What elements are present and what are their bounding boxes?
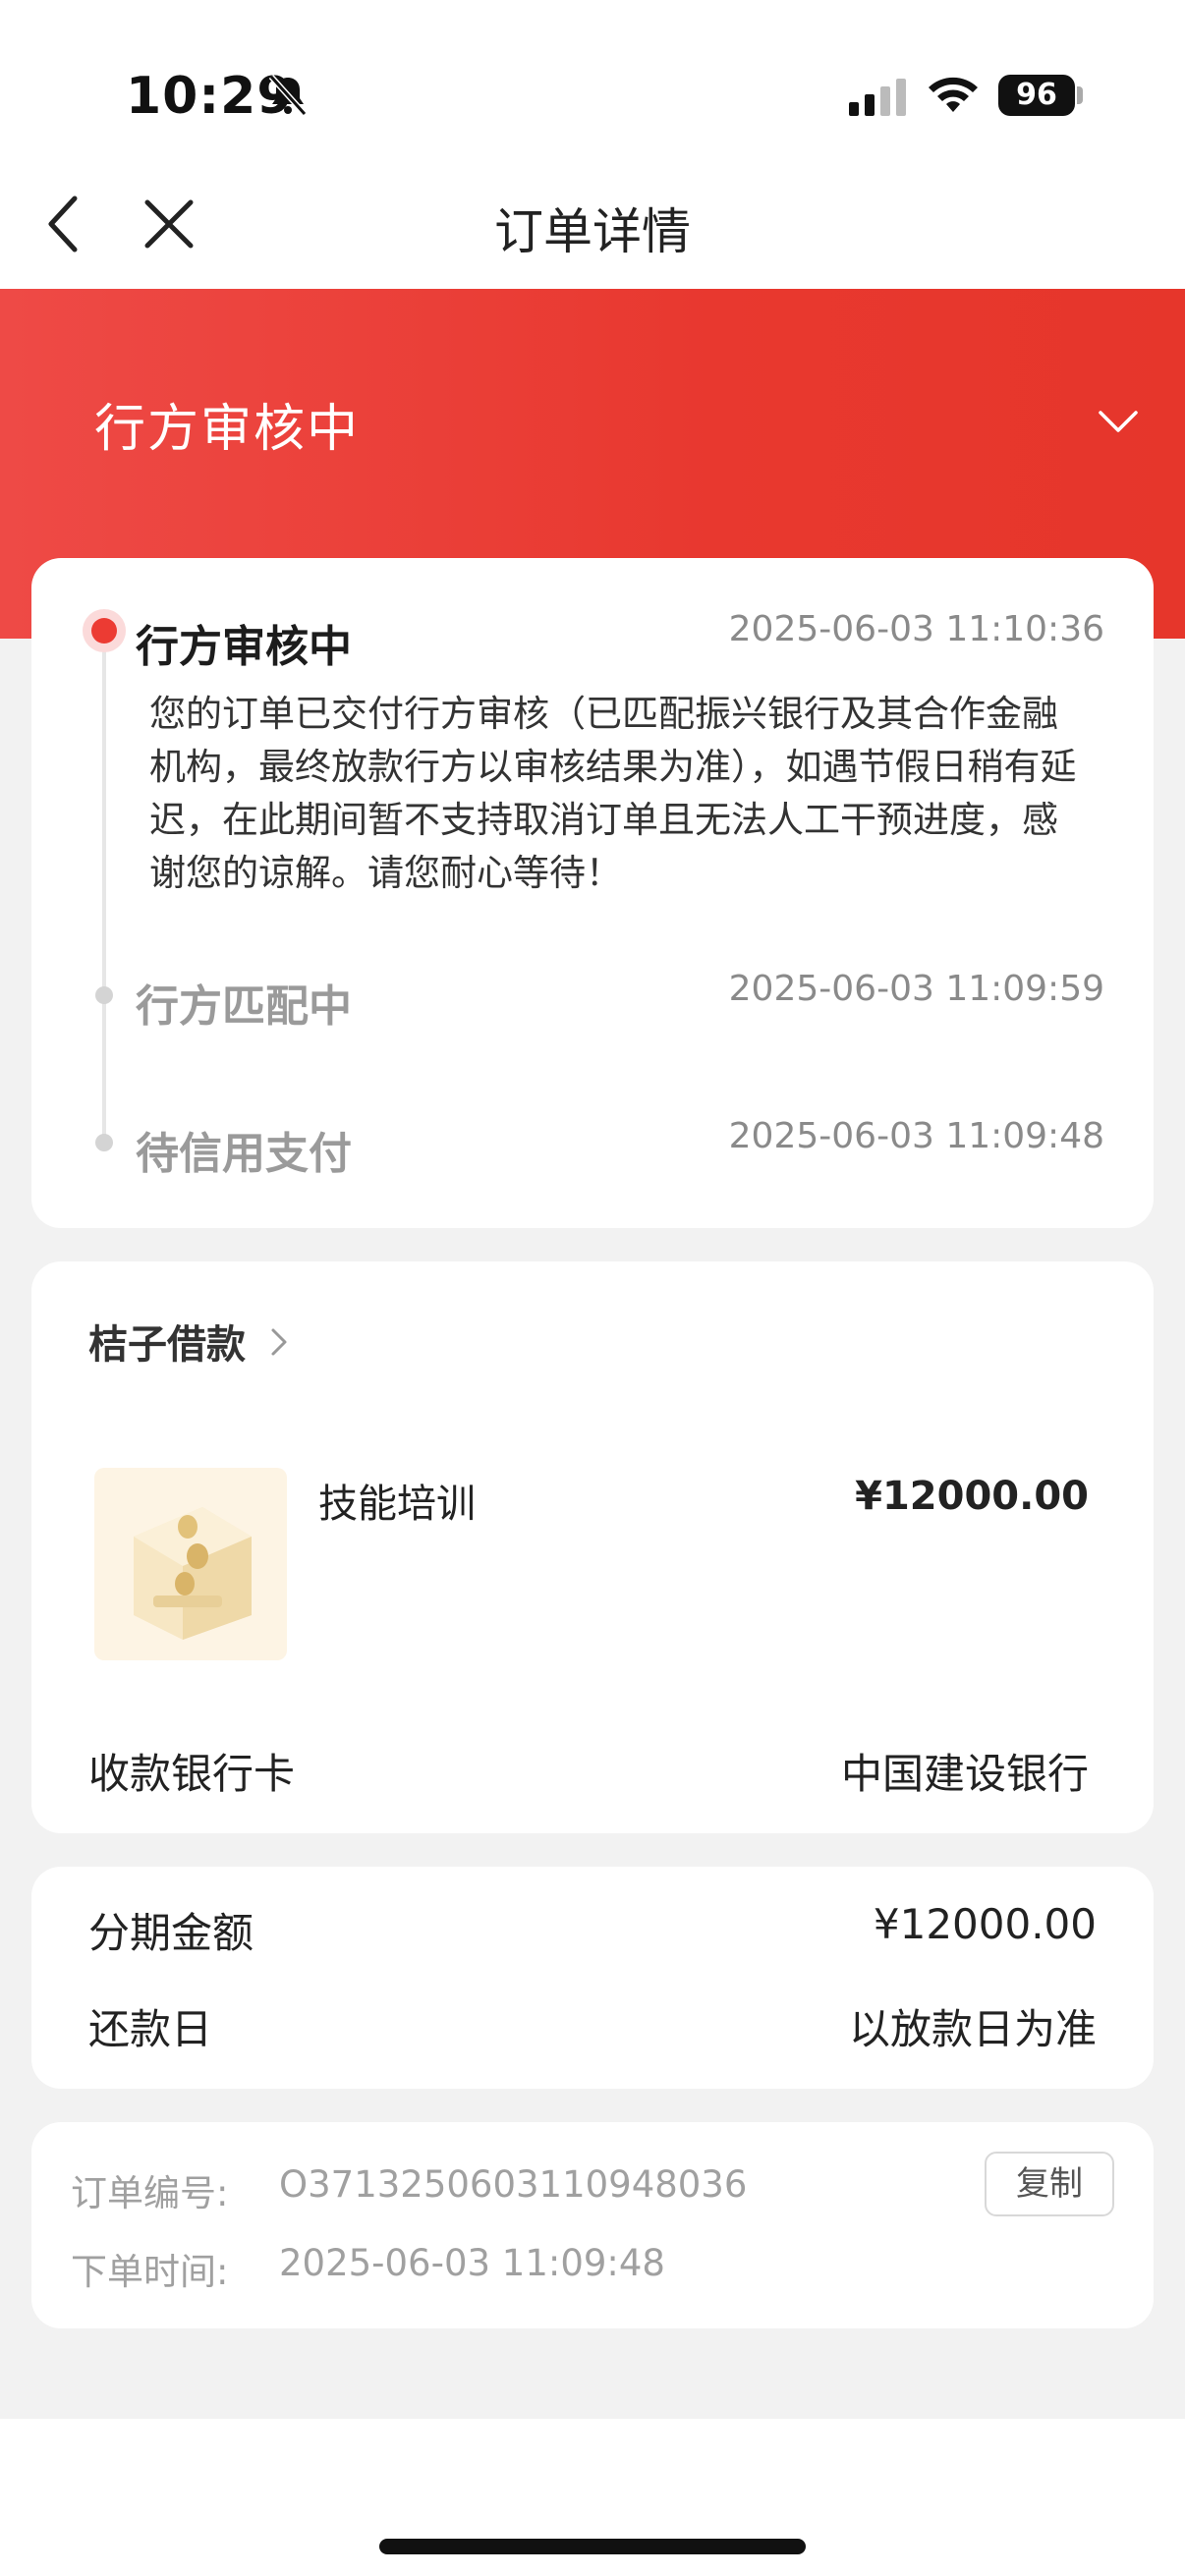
battery-tip — [1077, 86, 1083, 104]
timeline-step-time: 2025-06-03 11:09:48 — [728, 1116, 1104, 1156]
bell-muted-icon — [268, 74, 308, 117]
wifi-icon — [929, 77, 978, 112]
timeline-step-title: 行方审核中 — [136, 622, 352, 672]
copy-button[interactable]: 复制 — [985, 2152, 1114, 2216]
coin-box-icon — [134, 1507, 252, 1640]
product-price: ¥12000.00 — [855, 1474, 1089, 1519]
product-image[interactable] — [94, 1468, 287, 1660]
bank-card-value: 中国建设银行 — [840, 1750, 1089, 1798]
timeline-step-time: 2025-06-03 11:10:36 — [728, 609, 1104, 649]
timeline-dot — [95, 1134, 113, 1151]
chevron-down-icon[interactable] — [1095, 397, 1142, 444]
order-number-value: O3713250603110948036 — [279, 2163, 748, 2206]
signal-icon — [849, 79, 906, 116]
page-title: 订单详情 — [494, 203, 691, 260]
repay-day-value: 以放款日为准 — [848, 2005, 1097, 2053]
timeline-step-description: 您的订单已交付行方审核（已匹配振兴银行及其合作金融机构，最终放款行方以审核结果为… — [149, 693, 1077, 894]
order-status-title: 行方审核中 — [94, 400, 361, 459]
timeline-line — [102, 634, 106, 1145]
installment-amount-label: 分期金额 — [88, 1909, 254, 1957]
timeline-step-title: 行方匹配中 — [136, 981, 352, 1032]
order-time-label: 下单时间: — [71, 2251, 229, 2293]
bank-card-label: 收款银行卡 — [88, 1750, 296, 1798]
timeline-step-title: 待信用支付 — [136, 1129, 352, 1179]
merchant-link[interactable]: 桔子借款 — [88, 1313, 246, 1370]
installment-amount-value: ¥12000.00 — [873, 1900, 1097, 1948]
chevron-right-icon[interactable] — [265, 1322, 293, 1362]
repay-day-label: 还款日 — [88, 2005, 213, 2053]
timeline-dot-active — [83, 609, 126, 652]
order-time-value: 2025-06-03 11:09:48 — [279, 2242, 665, 2284]
battery-indicator: 96 — [998, 75, 1075, 116]
product-name: 技能培训 — [318, 1482, 476, 1527]
order-info-card — [31, 2122, 1154, 2328]
home-indicator[interactable] — [379, 2539, 806, 2554]
order-number-label: 订单编号: — [71, 2172, 229, 2214]
timeline-step-time: 2025-06-03 11:09:59 — [728, 969, 1104, 1009]
timeline-dot — [95, 986, 113, 1004]
